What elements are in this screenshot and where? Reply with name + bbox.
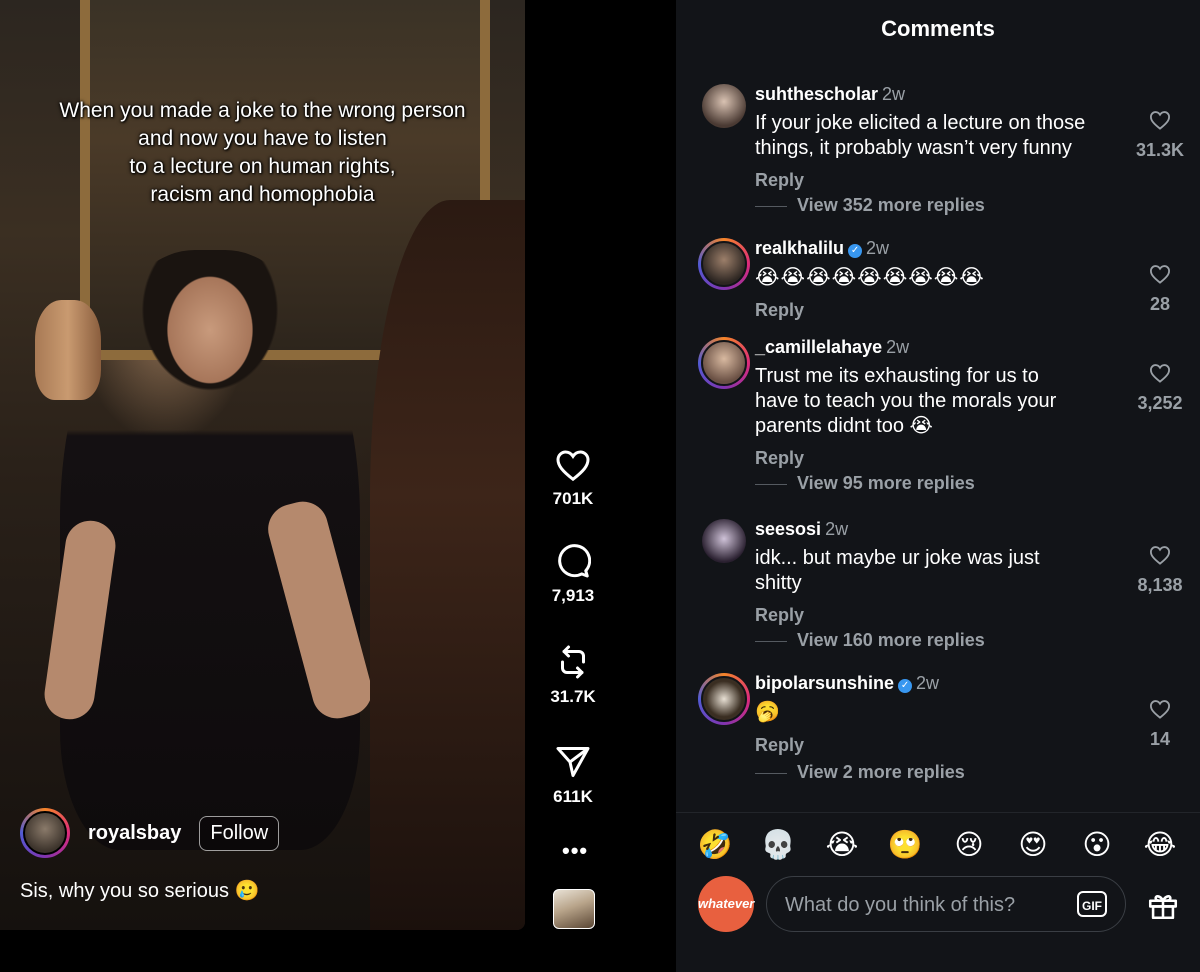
comments-title: Comments [881, 16, 995, 41]
emoji-cry-button[interactable]: 😢 [949, 825, 989, 865]
author-avatar[interactable] [20, 808, 70, 858]
comment-like[interactable]: 28 [1130, 264, 1190, 315]
post-caption: Sis, why you so serious 🥲 [20, 880, 260, 902]
comment-meta: suhthescholar 2w [755, 84, 905, 105]
comment-input[interactable] [783, 877, 1067, 933]
gift-icon[interactable] [1146, 888, 1180, 922]
comment-avatar[interactable] [698, 238, 750, 290]
comment-text: 🥱 [755, 701, 780, 723]
comment-username[interactable]: realkhalilu [755, 238, 844, 258]
heart-outline-icon[interactable] [1149, 264, 1171, 284]
emoji-skull-button[interactable]: 💀 [758, 825, 798, 865]
view-more-replies[interactable]: View 352 more replies [755, 195, 985, 216]
comment-text: Trust me its exhausting for us to have t… [755, 365, 1057, 437]
comment-username[interactable]: suhthescholar [755, 84, 878, 104]
comment-avatar[interactable] [702, 84, 746, 128]
comment-text: If your joke elicited a lecture on those… [755, 112, 1086, 159]
view-more-replies[interactable]: View 95 more replies [755, 473, 975, 494]
heart-outline-icon[interactable] [1149, 363, 1171, 383]
emoji-eyeroll-button[interactable]: 🙄 [885, 825, 925, 865]
comment-like[interactable]: 31.3K [1130, 110, 1190, 161]
gif-button[interactable]: GIF [1077, 891, 1107, 917]
comment-action[interactable]: 7,913 [540, 543, 606, 606]
heart-outline-icon[interactable] [1149, 545, 1171, 565]
view-more-replies[interactable]: View 160 more replies [755, 630, 985, 651]
emoji-joy-button[interactable]: 😂 [1140, 825, 1180, 865]
emoji-surprised-button[interactable]: 😮 [1077, 825, 1117, 865]
reply-button[interactable]: Reply [755, 605, 804, 626]
share-count: 611K [553, 787, 593, 806]
comment-like-count: 14 [1149, 729, 1171, 749]
comment-like-count: 3,252 [1137, 393, 1183, 413]
like-action[interactable]: 701K [540, 448, 606, 509]
current-user-avatar[interactable]: whatever [698, 876, 754, 932]
comment-like[interactable]: 14 [1130, 699, 1190, 750]
comment-like-count: 28 [1149, 294, 1171, 314]
comment-like-count: 8,138 [1137, 575, 1183, 595]
comment-text: 😭😭😭😭😭😭😭😭😭 [755, 266, 985, 289]
comment-like[interactable]: 3,252 [1130, 363, 1190, 414]
heart-outline-icon[interactable] [1149, 699, 1171, 719]
post-author: royalsbay Follow [20, 808, 280, 858]
send-icon[interactable] [555, 744, 591, 780]
verified-badge-icon: ✓ [898, 679, 913, 693]
repost-action[interactable]: 31.7K [540, 644, 606, 707]
comment-time: 2w [916, 673, 940, 693]
verified-badge-icon: ✓ [848, 244, 863, 258]
emoji-sob-button[interactable]: 😭 [822, 825, 862, 865]
audio-thumbnail[interactable] [553, 889, 595, 929]
comment-time: 2w [825, 519, 849, 539]
comment-meta: realkhalilu ✓ 2w [755, 238, 889, 259]
follow-button[interactable]: Follow [199, 815, 280, 851]
comment-time: 2w [882, 84, 906, 104]
comment-composer: whatever GIF [676, 872, 1200, 942]
heart-outline-icon[interactable] [1149, 110, 1171, 130]
repost-count: 31.7K [550, 687, 596, 706]
comment-like-count: 31.3K [1135, 140, 1185, 160]
share-action[interactable]: 611K [540, 744, 606, 807]
heart-icon[interactable] [555, 448, 591, 482]
comment-input-wrapper: GIF [766, 876, 1126, 933]
comments-panel: Comments suhthescholar 2w If your joke el… [676, 0, 1200, 972]
comment-username[interactable]: _camillelahaye [755, 337, 882, 357]
more-options-button[interactable]: ••• [562, 838, 588, 864]
comment-username[interactable]: bipolarsunshine [755, 673, 894, 693]
like-count: 701K [552, 489, 594, 508]
reply-button[interactable]: Reply [755, 448, 804, 469]
reply-button[interactable]: Reply [755, 170, 804, 191]
comment-avatar[interactable] [698, 673, 750, 725]
comment-username[interactable]: seesosi [755, 519, 821, 539]
comment-meta: bipolarsunshine ✓ 2w [755, 673, 939, 694]
comment-avatar[interactable] [698, 337, 750, 389]
reply-button[interactable]: Reply [755, 300, 804, 321]
comment-text: idk... but maybe ur joke was just shitty [755, 547, 1040, 594]
emoji-heart-eyes-button[interactable]: 😍 [1013, 825, 1053, 865]
video-player[interactable]: When you made a joke to the wrong person… [0, 0, 525, 930]
comment-count: 7,913 [551, 586, 595, 605]
comment-avatar[interactable] [702, 519, 746, 563]
author-username[interactable]: royalsbay [88, 822, 181, 845]
view-more-replies[interactable]: View 2 more replies [755, 762, 965, 783]
repost-icon[interactable] [555, 644, 591, 680]
comment-time: 2w [866, 238, 890, 258]
emoji-rofl-button[interactable]: 🤣 [695, 825, 735, 865]
comment-meta: _camillelahaye 2w [755, 337, 909, 358]
reply-button[interactable]: Reply [755, 735, 804, 756]
comment-time: 2w [886, 337, 910, 357]
comment-bubble-icon[interactable] [555, 543, 591, 579]
video-subject-right [370, 200, 525, 930]
video-overlay-caption: When you made a joke to the wrong person… [59, 99, 466, 206]
comment-like[interactable]: 8,138 [1130, 545, 1190, 596]
comment-meta: seesosi 2w [755, 519, 848, 540]
quick-emoji-bar: 🤣 💀 😭 🙄 😢 😍 😮 😂 [676, 812, 1200, 869]
